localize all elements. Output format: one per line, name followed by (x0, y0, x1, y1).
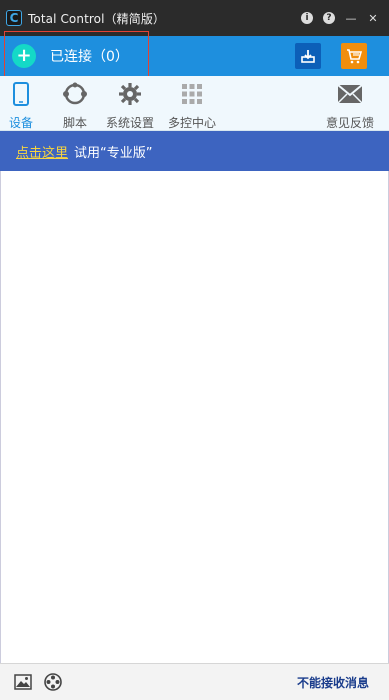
mail-icon (336, 81, 364, 106)
tab-feedback-label: 意见反馈 (325, 116, 374, 130)
minimize-button[interactable]: — (345, 12, 357, 25)
tab-feedback[interactable]: 意见反馈 (324, 76, 376, 131)
window-title: Total Control（精简版） (28, 11, 166, 26)
tab-multi-control[interactable]: 多控中心 (166, 76, 218, 131)
help-icon[interactable]: ? (323, 12, 335, 24)
window-controls: i ? — ✕ (301, 12, 379, 25)
info-icon[interactable]: i (301, 12, 313, 24)
download-icon[interactable] (295, 43, 321, 69)
gear-icon (116, 81, 144, 106)
image-icon[interactable] (14, 673, 32, 691)
script-icon (61, 81, 89, 106)
footer-bar: 不能接收消息 (0, 663, 389, 700)
tab-devices[interactable]: 设备 (4, 76, 38, 131)
cart-icon[interactable] (341, 43, 367, 69)
notify-status[interactable]: 不能接收消息 (297, 674, 369, 691)
film-reel-icon[interactable] (44, 673, 62, 691)
device-list-area (0, 171, 389, 663)
tab-settings[interactable]: 系统设置 (104, 76, 156, 131)
phone-icon (7, 81, 35, 106)
app-logo-icon: C (6, 10, 22, 26)
close-button[interactable]: ✕ (367, 12, 379, 25)
promo-link[interactable]: 点击这里 (16, 142, 68, 161)
tab-settings-label: 系统设置 (105, 116, 154, 130)
grid-icon (178, 81, 206, 106)
tab-devices-label: 设备 (8, 116, 33, 130)
promo-text: 试用“专业版” (74, 145, 153, 161)
app-logo-letter: C (9, 11, 19, 25)
highlight-box (4, 31, 149, 78)
tab-scripts[interactable]: 脚本 (58, 76, 92, 131)
tab-multi-control-label: 多控中心 (167, 116, 216, 130)
tab-scripts-label: 脚本 (62, 116, 87, 130)
promo-bar: 点击这里 试用“专业版” (0, 131, 389, 171)
tab-bar: 设备 脚本 系统设置 多控中心 意见反馈 (0, 76, 389, 131)
